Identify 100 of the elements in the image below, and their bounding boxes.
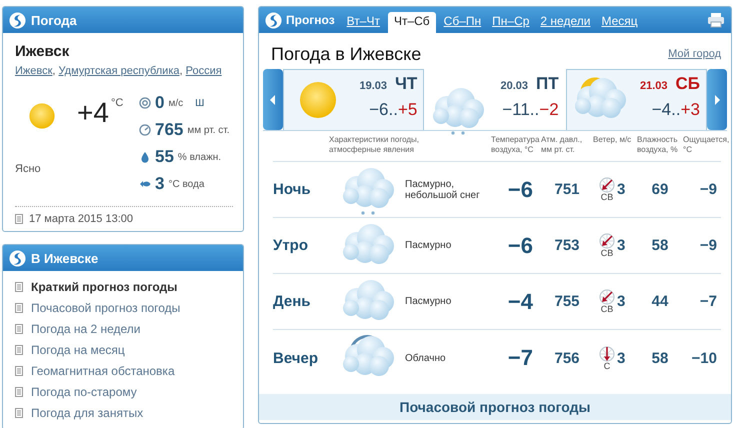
- wind-speed: 3: [617, 293, 626, 310]
- pressure-value: 751: [553, 181, 581, 198]
- update-time: 17 марта 2015 13:00: [29, 213, 133, 225]
- temperature-value: −4: [506, 288, 534, 314]
- printer-icon[interactable]: [707, 12, 725, 28]
- separator: ,: [180, 65, 184, 77]
- column-header: Характеристики погоды, атмосферные явления: [329, 134, 420, 156]
- temperature: +4: [77, 97, 109, 129]
- day-date: 20.03: [500, 80, 528, 92]
- document-icon: [15, 366, 23, 376]
- day-date: 19.03: [359, 80, 387, 92]
- wind-compass-icon: [599, 346, 615, 362]
- breadcrumb-link[interactable]: Ижевск: [15, 65, 52, 77]
- period-tab[interactable]: Сб–Пн: [440, 12, 484, 33]
- panel-title: Прогноз: [286, 13, 335, 27]
- stat-value: 55: [155, 147, 174, 167]
- logo-icon: [9, 250, 26, 266]
- feels-like-value: −7: [698, 293, 718, 310]
- period-tab[interactable]: Вт–Чт: [344, 12, 383, 33]
- wind-speed: 3: [617, 237, 626, 254]
- menu-link[interactable]: Краткий прогноз погоды: [31, 280, 178, 294]
- temp-low: −6..: [369, 100, 398, 120]
- period-label: Утро: [273, 237, 310, 254]
- temp-high: +3: [680, 100, 700, 120]
- stat-value: 3: [155, 174, 164, 194]
- weekday: ПТ: [536, 74, 559, 94]
- temperature-unit: °C: [110, 97, 124, 111]
- humidity-value: 69: [650, 181, 670, 198]
- column-header: Ощущается, °C: [683, 134, 730, 156]
- menu-link[interactable]: Погода по-старому: [31, 385, 137, 399]
- previous-button[interactable]: [263, 69, 283, 130]
- menu-link[interactable]: Погода для занятых: [31, 406, 144, 420]
- temp-low: −11..: [502, 100, 540, 120]
- wind-direction: С: [604, 362, 610, 370]
- column-header: Атм. давл., мм рт. ст.: [541, 134, 584, 156]
- stat-unit: м/с: [168, 98, 184, 108]
- temperature-value: −7: [506, 345, 534, 371]
- period-tab[interactable]: 2 недели: [537, 12, 594, 33]
- weather-description: Пасмурно: [404, 240, 452, 251]
- pressure-value: 753: [553, 237, 581, 254]
- document-icon: [15, 387, 23, 397]
- column-header: Ветер, м/с: [593, 134, 632, 146]
- wind-direction: Ш: [195, 98, 204, 108]
- stat-unit: мм рт. ст.: [187, 124, 230, 136]
- column-header: Влажность воздуха, %: [637, 134, 679, 156]
- document-icon: [15, 303, 23, 313]
- page-title: Погода в Ижевске: [271, 44, 422, 64]
- city-name: Ижевск: [15, 43, 70, 60]
- menu-link[interactable]: Погода на месяц: [31, 343, 125, 357]
- day-card[interactable]: 19.03 ЧТ −6..+5: [283, 69, 424, 130]
- temperature-value: −6: [506, 232, 534, 258]
- humidity-value: 58: [650, 237, 670, 254]
- temp-low: −4..: [652, 100, 681, 120]
- wind-compass-icon: [599, 233, 615, 249]
- weather-description: Облачно: [404, 352, 447, 364]
- weather-description: Пасмурно, небольшой снег: [404, 178, 481, 200]
- document-icon: [15, 345, 23, 355]
- weekday: ЧТ: [394, 74, 418, 94]
- wind-compass-icon: [599, 289, 615, 305]
- drop-icon: [139, 151, 151, 163]
- wind-speed: 3: [617, 350, 626, 366]
- logo-icon: [9, 12, 26, 28]
- weekday: СБ: [675, 74, 700, 94]
- period-tab[interactable]: Чт–Сб: [388, 12, 436, 33]
- wind-compass-icon: [599, 177, 615, 193]
- my-city-link[interactable]: Мой город: [668, 48, 721, 60]
- logo-icon: [265, 12, 282, 28]
- period-tab[interactable]: Месяц: [598, 12, 641, 33]
- period-tab[interactable]: Пн–Ср: [489, 12, 532, 33]
- humidity-value: 44: [650, 293, 670, 310]
- next-button[interactable]: [706, 69, 727, 130]
- weather-description: Пасмурно: [404, 296, 452, 307]
- day-card[interactable]: 21.03 СБ −4..+3: [566, 69, 707, 130]
- temp-high: −2: [539, 100, 559, 120]
- menu-link[interactable]: Почасовой прогноз погоды: [31, 301, 180, 315]
- menu-link[interactable]: Погода на 2 недели: [31, 322, 140, 336]
- separator: ,: [52, 65, 56, 77]
- breadcrumb-link[interactable]: Удмуртская республика: [58, 65, 180, 77]
- card-title: Погода: [31, 12, 77, 28]
- menu-link[interactable]: Геомагнитная обстановка: [31, 364, 175, 378]
- stat-unit: % влажн.: [178, 152, 222, 162]
- document-icon: [15, 282, 23, 292]
- document-icon: [15, 324, 23, 334]
- breadcrumb-link[interactable]: Россия: [186, 65, 222, 77]
- pressure-value: 755: [553, 293, 581, 310]
- wind-direction: СВ: [600, 249, 614, 258]
- left-arrow-icon: [270, 94, 276, 104]
- period-label: Вечер: [273, 350, 320, 366]
- wind-direction: СВ: [600, 193, 614, 202]
- column-header: Температура воздуха, °C: [491, 134, 540, 156]
- stat-unit: °C вода: [168, 178, 204, 190]
- temp-high: +5: [398, 100, 418, 120]
- card-title: В Ижевске: [31, 250, 98, 266]
- wind-speed: 3: [617, 181, 626, 198]
- condition-text: Ясно: [15, 163, 42, 175]
- feels-like-value: −9: [698, 237, 718, 254]
- wind-direction: СВ: [600, 305, 614, 314]
- gauge-icon: [139, 124, 151, 136]
- wind-icon: [139, 97, 151, 109]
- right-arrow-icon: [714, 94, 720, 104]
